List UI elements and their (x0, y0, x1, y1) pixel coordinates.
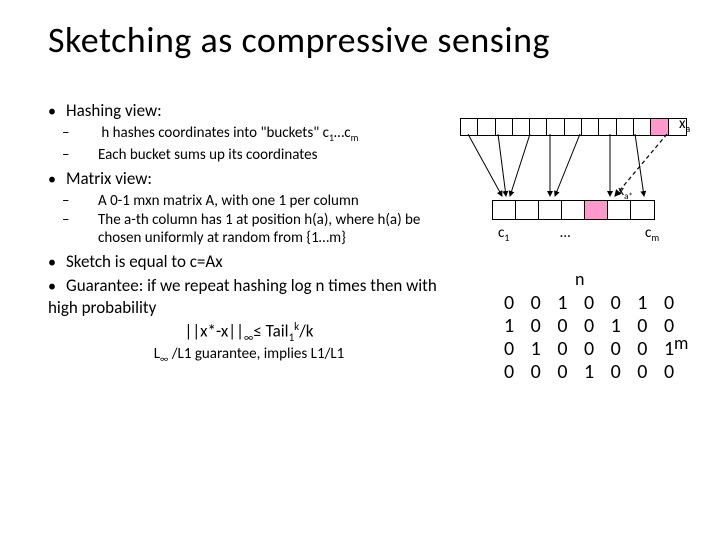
label-xa: xa (679, 115, 690, 135)
slide-body: Hashing view: h hashes coordinates into … (0, 62, 720, 365)
formula: ||x*-x||∞≤ Tail1k/k (48, 320, 450, 345)
matrix-row: 0 0 1 0 0 1 0 (504, 292, 680, 315)
bullet-guarantee: Guarantee: if we repeat hashing log n ti… (48, 275, 450, 318)
hash-arrows-icon (460, 134, 690, 200)
cell-xa (651, 119, 668, 135)
label-dots: … (560, 224, 570, 242)
matrix-A: 0 0 1 0 0 1 0 1 0 0 0 1 0 0 0 1 0 0 0 0 … (504, 292, 680, 384)
label-cm: cm (645, 224, 659, 244)
subbullet-bucket-sums: Each bucket sums up its coordinates (98, 146, 450, 164)
matrix-row: 1 0 0 0 1 0 0 (504, 315, 680, 338)
subbullet-matrix-a: A 0-1 mxn matrix A, with one 1 per colum… (98, 192, 450, 210)
subbullet-hashes: h hashes coordinates into "buckets" c1…c… (98, 124, 450, 145)
matrix-row: 0 0 0 1 0 0 0 (504, 361, 680, 384)
bullet-sketch: Sketch is equal to c=Ax (48, 251, 450, 273)
text-column: Hashing view: h hashes coordinates into … (48, 100, 450, 365)
vector-x (460, 118, 687, 136)
diagram-column: xa xa* c1 … cm n m 0 0 1 (450, 100, 700, 365)
bullet-hashing: Hashing view: h hashes coordinates into … (48, 100, 450, 164)
cell-xastar (585, 201, 608, 219)
subbullet-col-pos: The a-th column has 1 at position h(a), … (98, 211, 450, 247)
label-c1: c1 (498, 224, 509, 244)
slide-title: Sketching as compressive sensing (0, 0, 720, 62)
bullet-matrix: Matrix view: A 0-1 mxn matrix A, with on… (48, 168, 450, 247)
label-xastar: xa* (618, 182, 633, 202)
guarantee-note: L∞ /L1 guarantee, implies L1/L1 (48, 345, 450, 365)
vector-c (492, 200, 655, 220)
matrix-row: 0 1 0 0 0 0 1 (504, 338, 680, 361)
label-n: n (575, 268, 584, 290)
